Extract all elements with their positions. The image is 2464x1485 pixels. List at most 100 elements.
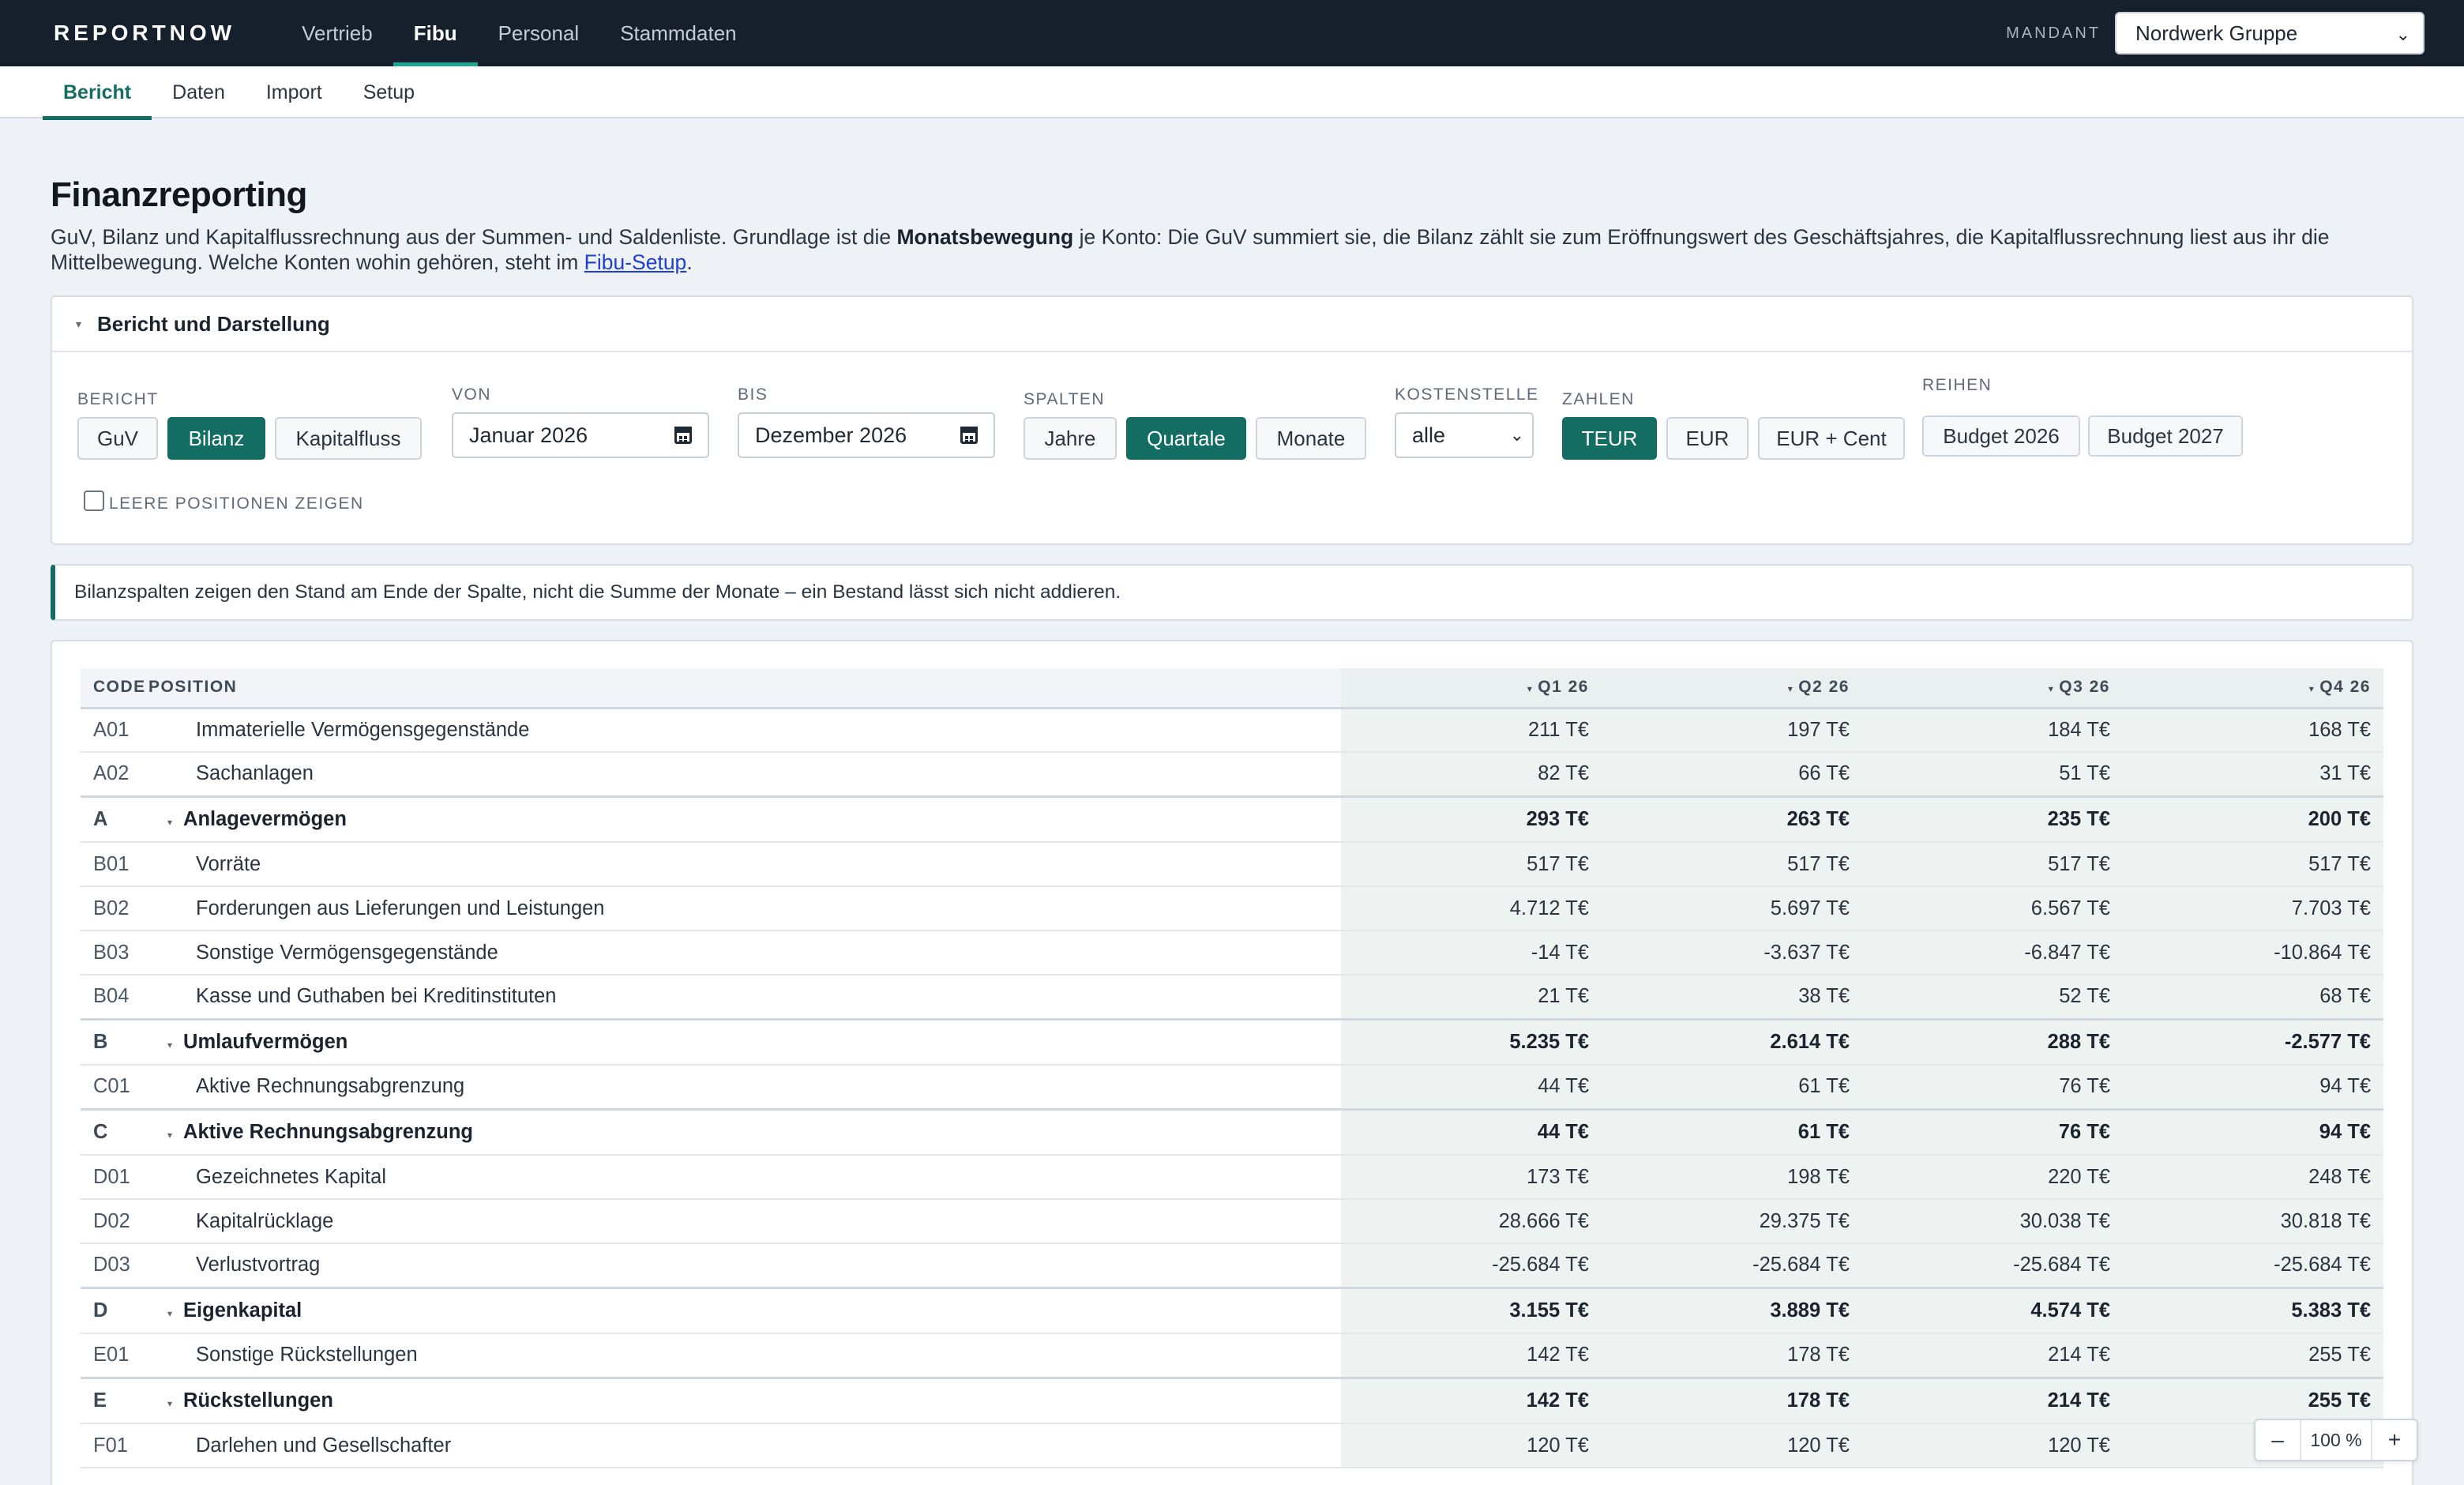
- expand-toggle-icon[interactable]: ▾: [167, 1398, 172, 1409]
- table-row[interactable]: B01 Vorräte 517 T€ 517 T€ 517 T€ 517 T€: [81, 842, 2383, 887]
- row-value: -25.684 T€: [1602, 1243, 1862, 1288]
- leere-positionen-toggle[interactable]: LEERE POSITIONEN ZEIGEN: [84, 491, 364, 513]
- calendar-icon[interactable]: [960, 427, 978, 444]
- row-value: 168 T€: [2123, 708, 2383, 753]
- row-position: Kasse und Guthaben bei Kreditinstituten: [148, 975, 1341, 1020]
- row-label: Anlagevermögen: [183, 807, 347, 830]
- nav-item-fibu[interactable]: Fibu: [393, 0, 478, 66]
- row-code: B04: [81, 975, 148, 1020]
- expand-toggle-icon[interactable]: ▾: [167, 817, 172, 828]
- panel-header[interactable]: ▾ Bericht und Darstellung: [52, 297, 2412, 352]
- table-row[interactable]: E01 Sonstige Rückstellungen 142 T€ 178 T€ 21…: [81, 1333, 2383, 1378]
- expand-toggle-icon[interactable]: ▾: [167, 1130, 172, 1141]
- row-value: 178 T€: [1602, 1333, 1862, 1378]
- mandant-value: Nordwerk Gruppe: [2135, 21, 2298, 45]
- nav-item-stammdaten[interactable]: Stammdaten: [599, 0, 757, 66]
- row-value: 68 T€: [2123, 975, 2383, 1020]
- column-header-q1[interactable]: ▾ Q1 26: [1341, 668, 1602, 709]
- spalten-monate-button[interactable]: Monate: [1256, 417, 1366, 460]
- calendar-icon[interactable]: [674, 427, 692, 444]
- reihen-budget-2026-button[interactable]: Budget 2026: [1922, 415, 2080, 457]
- main-nav: Vertrieb Fibu Personal Stammdaten: [281, 0, 757, 66]
- app-logo[interactable]: REPORTNOW: [54, 21, 235, 46]
- row-label: Kasse und Guthaben bei Kreditinstituten: [196, 985, 557, 1008]
- table-group-row[interactable]: E ▾ Rückstellungen 142 T€ 178 T€ 214 T€ 255 T€: [81, 1376, 2383, 1424]
- table-body: A01 Immaterielle Vermögensgegenstände 211 …: [81, 708, 2383, 1468]
- row-value: 517 T€: [1341, 842, 1602, 887]
- nav-item-personal[interactable]: Personal: [478, 0, 600, 66]
- row-value: 214 T€: [1862, 1333, 2123, 1378]
- sort-icon: ▾: [2048, 683, 2055, 695]
- row-code: A: [81, 795, 148, 843]
- row-value: 178 T€: [1602, 1376, 1862, 1424]
- zahlen-teur-button[interactable]: TEUR: [1562, 417, 1657, 460]
- table-row[interactable]: B02 Forderungen aus Lieferungen und Leist…: [81, 886, 2383, 931]
- table-group-row[interactable]: B ▾ Umlaufvermögen 5.235 T€ 2.614 T€ 288 T€ -2…: [81, 1017, 2383, 1066]
- table-row[interactable]: A01 Immaterielle Vermögensgegenstände 211 …: [81, 708, 2383, 753]
- report-table: CODE POSITION ▾ Q1 26 ▾ Q2 26 ▾ Q3 26 ▾ Q4 2…: [81, 668, 2383, 1468]
- zahlen-eur-cent-button[interactable]: EUR + Cent: [1758, 417, 1905, 460]
- table-group-row[interactable]: A ▾ Anlagevermögen 293 T€ 263 T€ 235 T€ 200 T€: [81, 795, 2383, 843]
- table-group-row[interactable]: C ▾ Aktive Rechnungsabgrenzung 44 T€ 61 T€ 76…: [81, 1107, 2383, 1156]
- table-row[interactable]: F01 Darlehen und Gesellschafter 120 T€ 120 …: [81, 1423, 2383, 1468]
- tab-bericht[interactable]: Bericht: [43, 66, 152, 120]
- reihen-budget-2027-button[interactable]: Budget 2027: [2088, 415, 2243, 457]
- table-row[interactable]: A02 Sachanlagen 82 T€ 66 T€ 51 T€ 31 T€: [81, 752, 2383, 797]
- row-code: D01: [81, 1155, 148, 1200]
- zoom-level: 100 %: [2300, 1420, 2372, 1460]
- row-value: 82 T€: [1341, 752, 1602, 797]
- row-value: 214 T€: [1862, 1376, 2123, 1424]
- row-value: 517 T€: [1602, 842, 1862, 887]
- expand-toggle-icon[interactable]: ▾: [167, 1040, 172, 1051]
- column-header-q4[interactable]: ▾ Q4 26: [2123, 668, 2383, 709]
- zahlen-eur-button[interactable]: EUR: [1666, 417, 1748, 460]
- spalten-jahre-button[interactable]: Jahre: [1024, 417, 1117, 460]
- column-header-code[interactable]: CODE: [81, 668, 148, 709]
- row-value: 61 T€: [1602, 1107, 1862, 1156]
- row-value: 3.889 T€: [1602, 1286, 1862, 1334]
- mandant-label: MANDANT: [2006, 24, 2101, 42]
- row-value: 30.038 T€: [1862, 1199, 2123, 1244]
- mandant-select[interactable]: Nordwerk Gruppe ⌄: [2115, 12, 2425, 55]
- column-header-q3[interactable]: ▾ Q3 26: [1862, 668, 2123, 709]
- bericht-guv-button[interactable]: GuV: [77, 417, 158, 460]
- bericht-label: BERICHT: [77, 390, 159, 408]
- zoom-in-button[interactable]: +: [2372, 1420, 2417, 1460]
- column-header-position[interactable]: POSITION: [148, 668, 1341, 709]
- bis-date-input[interactable]: Dezember 2026: [738, 412, 995, 458]
- leere-positionen-checkbox[interactable]: [84, 491, 104, 511]
- row-label: Gezeichnetes Kapital: [196, 1165, 386, 1188]
- nav-item-vertrieb[interactable]: Vertrieb: [281, 0, 393, 66]
- tab-import[interactable]: Import: [246, 66, 343, 118]
- row-value: 142 T€: [1341, 1376, 1602, 1424]
- column-header-q2[interactable]: ▾ Q2 26: [1602, 668, 1862, 709]
- fibu-setup-link[interactable]: Fibu-Setup: [584, 250, 687, 274]
- zoom-out-button[interactable]: –: [2256, 1420, 2300, 1460]
- kostenstelle-select[interactable]: alle ⌄: [1395, 412, 1534, 458]
- row-value: 173 T€: [1341, 1155, 1602, 1200]
- bis-label: BIS: [738, 385, 768, 404]
- bericht-bilanz-button[interactable]: Bilanz: [167, 417, 265, 460]
- tab-setup[interactable]: Setup: [343, 66, 435, 118]
- row-position: Gezeichnetes Kapital: [148, 1155, 1341, 1200]
- tab-daten[interactable]: Daten: [152, 66, 246, 118]
- table-group-row[interactable]: D ▾ Eigenkapital 3.155 T€ 3.889 T€ 4.574 T€ 5.…: [81, 1286, 2383, 1334]
- row-value: -25.684 T€: [1341, 1243, 1602, 1288]
- row-code: E01: [81, 1333, 148, 1378]
- row-position: Immaterielle Vermögensgegenstände: [148, 708, 1341, 753]
- table-row[interactable]: D02 Kapitalrücklage 28.666 T€ 29.375 T€ 30.0…: [81, 1199, 2383, 1244]
- table-row[interactable]: B03 Sonstige Vermögensgegenstände -14 T€ -3…: [81, 930, 2383, 976]
- row-value: 6.567 T€: [1862, 886, 2123, 931]
- row-value: 197 T€: [1602, 708, 1862, 753]
- expand-toggle-icon[interactable]: ▾: [167, 1308, 172, 1319]
- bericht-kapitalfluss-button[interactable]: Kapitalfluss: [275, 417, 422, 460]
- table-row[interactable]: B04 Kasse und Guthaben bei Kreditinstitut…: [81, 975, 2383, 1020]
- table-row[interactable]: D03 Verlustvortrag -25.684 T€ -25.684 T€ -25…: [81, 1243, 2383, 1288]
- row-code: C01: [81, 1065, 148, 1110]
- spalten-quartale-button[interactable]: Quartale: [1126, 417, 1246, 460]
- von-date-input[interactable]: Januar 2026: [452, 412, 709, 458]
- table-row[interactable]: C01 Aktive Rechnungsabgrenzung 44 T€ 61 T€ 7…: [81, 1065, 2383, 1110]
- row-code: D03: [81, 1243, 148, 1288]
- table-row[interactable]: D01 Gezeichnetes Kapital 173 T€ 198 T€ 220 T…: [81, 1155, 2383, 1200]
- sort-icon: ▾: [2308, 683, 2316, 695]
